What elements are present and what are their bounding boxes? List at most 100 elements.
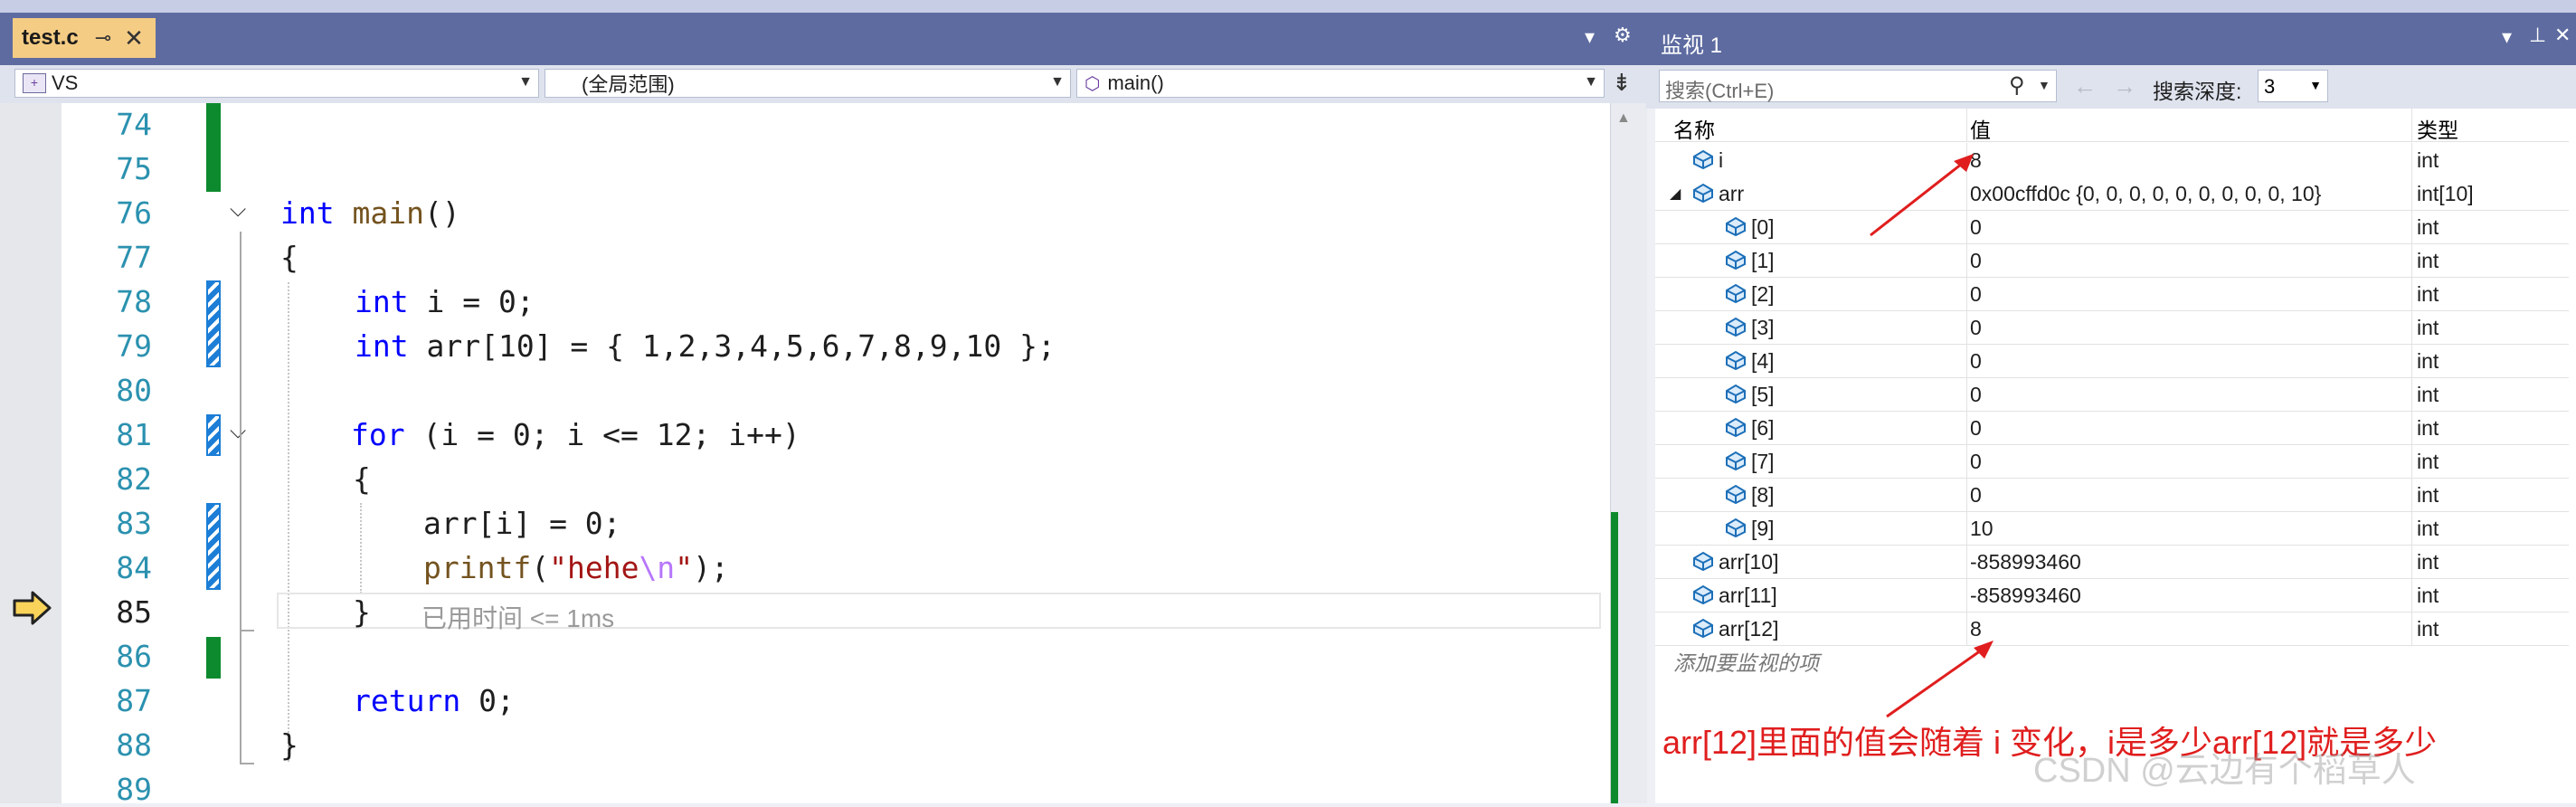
watch-row[interactable]: [3] 0 int: [1655, 310, 2569, 345]
watch-name: [6]: [1751, 416, 1775, 440]
scope-label: (全局范围): [582, 73, 675, 96]
watch-row[interactable]: [4] 0 int: [1655, 344, 2569, 378]
watch-name-cell: [7]: [1655, 444, 1967, 478]
chevron-down-icon[interactable]: ▼: [2038, 78, 2050, 92]
project-dropdown[interactable]: + VS ▼: [14, 69, 539, 98]
watch-row[interactable]: [1] 0 int: [1655, 243, 2569, 278]
change-marker-modified: [206, 280, 221, 367]
glyph-margin[interactable]: [0, 103, 62, 803]
watch-value[interactable]: 0x00cffd0c {0, 0, 0, 0, 0, 0, 0, 0, 0, 1…: [1970, 182, 2404, 206]
line-number: 76: [116, 195, 152, 231]
watch-value[interactable]: 0: [1970, 282, 2404, 307]
watch-row[interactable]: [5] 0 int: [1655, 377, 2569, 412]
line-number: 80: [116, 373, 152, 408]
watch-row[interactable]: arr[10] -858993460 int: [1655, 545, 2569, 579]
code-text: (: [531, 550, 550, 585]
watch-value[interactable]: 0: [1970, 349, 2404, 374]
function-dropdown[interactable]: ⬡ main() ▼: [1076, 69, 1605, 98]
fold-toggle-icon[interactable]: ⌵: [230, 197, 246, 223]
watch-type: int: [2417, 316, 2439, 339]
watch-name-cell: [4]: [1655, 344, 1967, 377]
watch-row[interactable]: [8] 0 int: [1655, 478, 2569, 512]
close-icon[interactable]: ✕: [124, 24, 144, 52]
column-divider: [2411, 176, 2412, 210]
column-divider: [2411, 578, 2412, 612]
watch-row[interactable]: arr[11] -858993460 int: [1655, 578, 2569, 612]
watch-value[interactable]: 0: [1970, 215, 2404, 240]
watch-value[interactable]: 10: [1970, 517, 2404, 541]
pin-icon[interactable]: ⊸: [95, 26, 111, 50]
watch-row[interactable]: [6] 0 int: [1655, 411, 2569, 445]
column-divider: [2411, 310, 2412, 344]
chevron-down-icon[interactable]: ▾: [2502, 25, 2512, 49]
fold-toggle-icon[interactable]: ⌵: [230, 419, 246, 444]
depth-select[interactable]: 3 ▼: [2258, 70, 2328, 102]
watch-name: [0]: [1751, 215, 1775, 239]
watch-value[interactable]: 8: [1970, 148, 2404, 173]
watch-row[interactable]: ◢ arr 0x00cffd0c {0, 0, 0, 0, 0, 0, 0, 0, …: [1655, 176, 2569, 211]
code-text: arr[10] = { 1,2,3,4,5,6,7,8,9,10 };: [408, 328, 1056, 364]
watch-type: int: [2417, 517, 2439, 540]
annotation-arrow: [1886, 641, 1994, 718]
watch-value[interactable]: 0: [1970, 383, 2404, 407]
forward-arrow-icon[interactable]: →: [2113, 72, 2136, 100]
watch-value[interactable]: 0: [1970, 483, 2404, 508]
chevron-down-icon: ▼: [1584, 74, 1598, 90]
editor-vertical-scrollbar[interactable]: ▲: [1610, 103, 1647, 803]
code-text: 0;: [460, 683, 515, 718]
watch-type: int: [2417, 215, 2439, 239]
back-arrow-icon[interactable]: ←: [2073, 72, 2097, 100]
column-divider: [2411, 612, 2412, 645]
watch-type: int: [2417, 550, 2439, 574]
watch-name: [2]: [1751, 282, 1775, 306]
line-number: 87: [116, 683, 152, 718]
watch-search-input[interactable]: 搜索(Ctrl+E) ⚲ ▼: [1659, 70, 2057, 102]
indent-guide: [360, 503, 362, 593]
perf-tip[interactable]: 已用时间 <= 1ms: [421, 599, 614, 635]
watch-value[interactable]: 0: [1970, 416, 2404, 441]
code-line-88: }: [280, 727, 298, 763]
scope-dropdown[interactable]: (全局范围) ▼: [545, 69, 1071, 98]
watch-value[interactable]: 0: [1970, 450, 2404, 474]
variable-icon: [1693, 149, 1713, 170]
change-marker-saved: [206, 103, 221, 192]
variable-icon: [1726, 484, 1746, 505]
watch-row[interactable]: [9] 10 int: [1655, 511, 2569, 546]
close-icon[interactable]: ✕: [2554, 24, 2571, 47]
split-window-icon[interactable]: ⇟: [1612, 69, 1632, 97]
search-icon[interactable]: ⚲: [2009, 72, 2025, 99]
line-number: 86: [116, 639, 152, 674]
pin-icon[interactable]: ⊥: [2529, 24, 2546, 47]
column-header-value[interactable]: 值: [1970, 113, 1991, 144]
watch-row[interactable]: i 8 int: [1655, 143, 2569, 177]
depth-label: 搜索深度:: [2153, 80, 2242, 103]
line-number: 84: [116, 550, 152, 585]
watch-row[interactable]: [2] 0 int: [1655, 277, 2569, 311]
line-number: 89: [116, 772, 152, 807]
tab-test-c[interactable]: test.c ⊸ ✕: [13, 18, 156, 58]
column-divider: [2411, 143, 2412, 176]
watch-value[interactable]: -858993460: [1970, 584, 2404, 608]
tab-dropdown-icon[interactable]: ▾: [1585, 25, 1595, 49]
watch-row[interactable]: [7] 0 int: [1655, 444, 2569, 479]
settings-icon[interactable]: ⚙: [1614, 24, 1632, 47]
watch-name: arr[12]: [1719, 617, 1779, 641]
scroll-up-icon[interactable]: ▲: [1616, 110, 1631, 127]
code-line-81: for (i = 0; i <= 12; i++): [351, 417, 800, 452]
column-divider: [2411, 511, 2412, 545]
column-header-name[interactable]: 名称: [1673, 113, 1715, 144]
watch-name: [3]: [1751, 316, 1775, 339]
watch-value[interactable]: 0: [1970, 249, 2404, 273]
watch-value[interactable]: 0: [1970, 316, 2404, 340]
watch-value[interactable]: -858993460: [1970, 550, 2404, 574]
add-watch-item[interactable]: 添加要监视的项: [1673, 646, 1819, 677]
code-text: i = 0;: [408, 284, 535, 319]
watch-row[interactable]: arr[12] 8 int: [1655, 612, 2569, 646]
annotation-arrow: [1870, 154, 1974, 237]
watch-value[interactable]: 8: [1970, 617, 2404, 641]
watch-name-cell: [5]: [1655, 377, 1967, 411]
watch-type: int: [2417, 148, 2439, 172]
column-header-type[interactable]: 类型: [2417, 113, 2458, 144]
watch-row[interactable]: [0] 0 int: [1655, 210, 2569, 244]
expand-toggle-icon[interactable]: ◢: [1670, 185, 1681, 203]
